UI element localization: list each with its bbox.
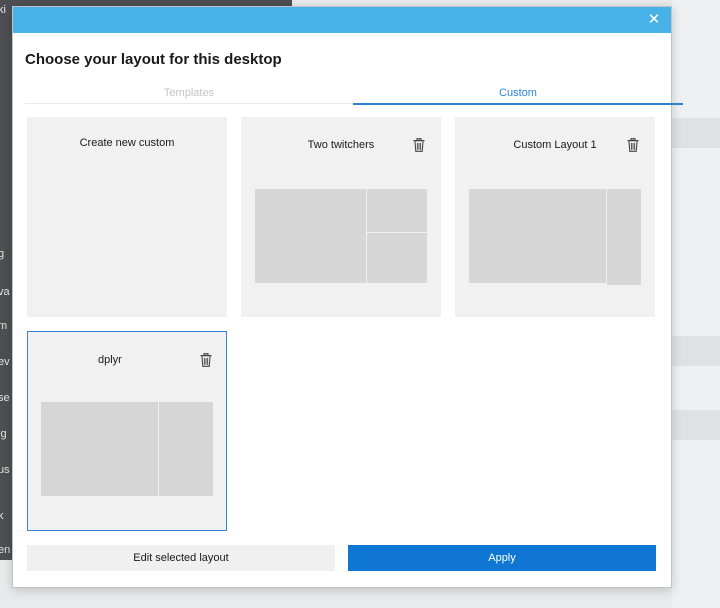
background-text-fragment: va — [0, 286, 10, 298]
layout-zone — [41, 402, 158, 496]
card-title: Custom Layout 1 — [513, 139, 597, 151]
trash-icon[interactable] — [413, 138, 425, 152]
background-row — [672, 336, 720, 366]
card-title: Create new custom — [79, 137, 175, 149]
dialog-title: Choose your layout for this desktop — [25, 51, 282, 68]
layout-card-dplyr[interactable]: dplyr — [27, 331, 227, 531]
background-sidebar: ki g va m ev se ig us k en — [0, 0, 12, 560]
trash-icon[interactable] — [200, 353, 212, 367]
layout-zone — [159, 402, 213, 496]
layout-zone — [255, 189, 366, 283]
background-text-fragment: m — [0, 320, 8, 332]
layout-preview — [41, 402, 213, 496]
tab-templates[interactable]: Templates — [25, 85, 353, 104]
layout-preview — [469, 189, 641, 285]
background-row — [672, 118, 720, 148]
tab-custom[interactable]: Custom — [353, 85, 683, 105]
tab-bar: Templates Custom — [25, 85, 683, 105]
dialog-titlebar: ✕ — [13, 7, 671, 33]
create-new-custom-card[interactable]: Create new custom — [27, 117, 227, 317]
background-text-fragment: ev — [0, 356, 10, 368]
apply-button[interactable]: Apply — [348, 545, 656, 571]
background-text-fragment: se — [0, 392, 10, 404]
background-text-fragment: us — [0, 464, 10, 476]
layout-zone — [367, 233, 427, 283]
layout-preview — [255, 189, 427, 283]
layout-dialog: ✕ Choose your layout for this desktop Te… — [12, 6, 683, 588]
background-text-fragment: ki — [0, 4, 6, 16]
background-text-fragment: ig — [0, 428, 7, 440]
edit-selected-layout-button[interactable]: Edit selected layout — [27, 545, 335, 571]
background-row — [672, 410, 720, 440]
background-text-fragment: en — [0, 544, 11, 556]
close-icon[interactable]: ✕ — [645, 11, 663, 29]
layout-card-custom-layout-1[interactable]: Custom Layout 1 — [455, 117, 655, 317]
layout-zone — [469, 189, 606, 283]
layout-zone — [607, 189, 641, 285]
background-text-fragment: k — [0, 510, 4, 522]
layout-card-two-twitchers[interactable]: Two twitchers — [241, 117, 441, 317]
layout-zone — [367, 189, 427, 232]
card-title: Two twitchers — [307, 139, 375, 151]
trash-icon[interactable] — [627, 138, 639, 152]
background-text-fragment: g — [0, 248, 5, 260]
